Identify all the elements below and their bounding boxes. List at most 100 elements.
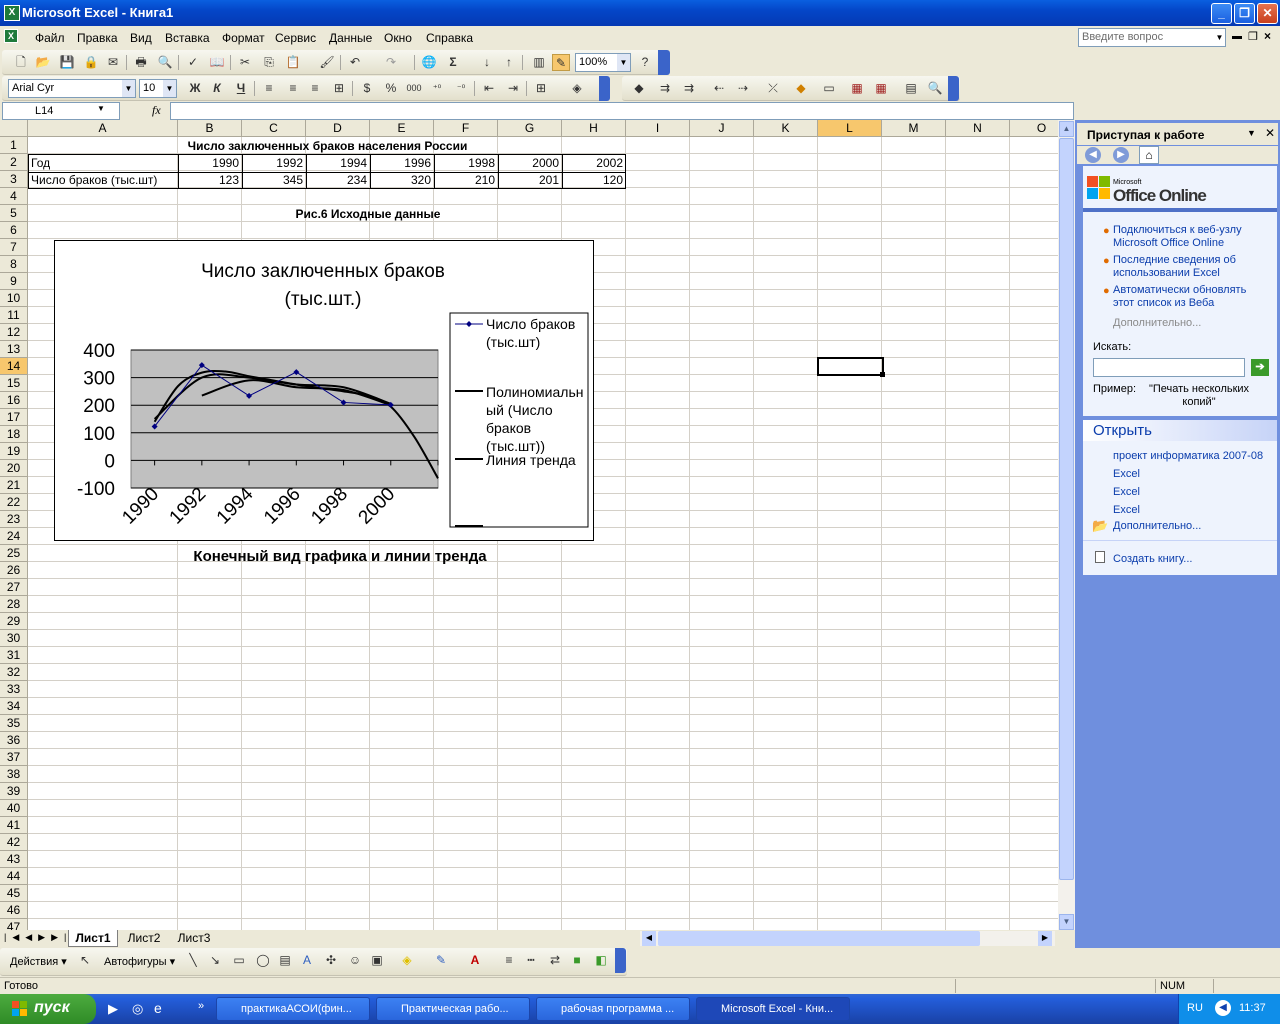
row-header-45[interactable]: 45 (0, 885, 28, 902)
row-header-34[interactable]: 34 (0, 698, 28, 715)
sheet-title[interactable]: Число заключенных браков населения Росси… (29, 138, 626, 154)
row-header-4[interactable]: 4 (0, 188, 28, 205)
selected-cell[interactable] (817, 357, 884, 376)
doc-close-button[interactable]: × (1264, 29, 1271, 43)
shadow-icon[interactable]: ■ (568, 952, 586, 969)
remove-arrows-icon[interactable]: ⤫ (764, 80, 782, 97)
row-header-15[interactable]: 15 (0, 375, 28, 392)
menu-window[interactable]: Окно (384, 31, 412, 45)
value-cell[interactable]: 201 (498, 172, 559, 188)
circle-invalid-icon[interactable]: ▦ (848, 80, 866, 97)
back-icon[interactable]: ◀ (1085, 147, 1101, 163)
line-style-icon[interactable]: ≡ (500, 952, 518, 969)
column-header-d[interactable]: D (306, 120, 370, 137)
home-icon[interactable]: ⌂ (1139, 146, 1159, 164)
row-header-21[interactable]: 21 (0, 477, 28, 494)
menu-help[interactable]: Справка (426, 31, 473, 45)
arrow-style-icon[interactable]: ⇄ (546, 952, 564, 969)
row-header-29[interactable]: 29 (0, 613, 28, 630)
toolbar-options-icon[interactable] (658, 50, 670, 75)
italic-button[interactable]: К (208, 80, 226, 97)
row-header-36[interactable]: 36 (0, 732, 28, 749)
chart-area[interactable]: Число заключенных браков (тыс.шт.) 400 30… (54, 240, 594, 541)
undo-icon[interactable]: ↶ (346, 54, 364, 71)
tab-navigation-icons[interactable]: |◀◀▶▶| (4, 932, 72, 943)
row-header-7[interactable]: 7 (0, 239, 28, 256)
picture-icon[interactable]: ▣ (368, 952, 386, 969)
tray-expand-icon[interactable]: ◀ (1215, 1000, 1231, 1016)
link-more[interactable]: Дополнительно... (1113, 317, 1201, 329)
column-header-k[interactable]: K (754, 120, 818, 137)
row-header-24[interactable]: 24 (0, 528, 28, 545)
row-header-38[interactable]: 38 (0, 766, 28, 783)
search-input[interactable] (1093, 358, 1245, 377)
row-header-35[interactable]: 35 (0, 715, 28, 732)
row-header-5[interactable]: 5 (0, 205, 28, 222)
row-header-10[interactable]: 10 (0, 290, 28, 307)
percent-icon[interactable]: % (382, 80, 400, 97)
close-button[interactable]: ✕ (1257, 3, 1278, 24)
open-icon[interactable]: 📂 (34, 54, 52, 71)
clipart-icon[interactable]: ☺ (346, 952, 364, 969)
row-header-11[interactable]: 11 (0, 307, 28, 324)
year-cell[interactable]: 1996 (370, 155, 431, 171)
row-header-17[interactable]: 17 (0, 409, 28, 426)
task-button-active[interactable]: Microsoft Excel - Кни... (696, 997, 850, 1021)
value-cell[interactable]: 210 (434, 172, 495, 188)
recent-file[interactable]: Excel (1113, 468, 1140, 481)
align-left-icon[interactable]: ≡ (260, 80, 278, 97)
sort-ascending-icon[interactable]: ↓ (478, 54, 496, 71)
underline-button[interactable]: Ч (232, 80, 250, 97)
actions-menu[interactable]: Действия ▾ (10, 955, 67, 968)
open-more-link[interactable]: Дополнительно... (1113, 520, 1201, 533)
tab-sheet1[interactable]: Лист1 (68, 930, 118, 947)
row-header-44[interactable]: 44 (0, 868, 28, 885)
forward-icon[interactable]: ▶ (1113, 147, 1129, 163)
new-icon[interactable]: 🗋 (12, 54, 30, 71)
marriages-label[interactable]: Число браков (тыс.шт) (31, 172, 157, 188)
watch-window-icon[interactable]: ▤ (902, 80, 920, 97)
caption-final-chart[interactable]: Конечный вид графика и линии тренда (140, 547, 540, 566)
menu-insert[interactable]: Вставка (165, 31, 210, 45)
row-header-30[interactable]: 30 (0, 630, 28, 647)
create-book-link[interactable]: Создать книгу... (1113, 553, 1192, 566)
row-header-8[interactable]: 8 (0, 256, 28, 273)
font-color-icon[interactable]: A (466, 952, 484, 969)
borders-icon[interactable]: ⊞ (532, 80, 550, 97)
column-header-e[interactable]: E (370, 120, 434, 137)
menu-file[interactable]: Файл (35, 31, 65, 45)
row-header-1[interactable]: 1 (0, 137, 28, 154)
row-header-3[interactable]: 3 (0, 171, 28, 188)
row-header-42[interactable]: 42 (0, 834, 28, 851)
clear-circles-icon[interactable]: ▦ (872, 80, 890, 97)
minimize-button[interactable]: _ (1211, 3, 1232, 24)
increase-decimal-icon[interactable]: ⁺⁰ (428, 80, 446, 97)
cut-icon[interactable]: ✂ (236, 54, 254, 71)
year-cell[interactable]: 1990 (178, 155, 239, 171)
line-icon[interactable]: ╲ (184, 952, 202, 969)
row-header-22[interactable]: 22 (0, 494, 28, 511)
link-office-online[interactable]: Подключиться к веб-узлу Microsoft Office… (1113, 224, 1253, 250)
row-header-9[interactable]: 9 (0, 273, 28, 290)
tab-sheet3[interactable]: Лист3 (170, 930, 218, 947)
permission-icon[interactable]: 🔒 (82, 54, 100, 71)
row-header-31[interactable]: 31 (0, 647, 28, 664)
research-icon[interactable]: 📖 (208, 54, 226, 71)
drawing-icon[interactable]: ✎ (552, 54, 570, 71)
fill-color-icon[interactable]: ◈ (568, 80, 586, 97)
select-pointer-icon[interactable]: ↖ (76, 952, 94, 969)
font-select[interactable]: Arial Cyr ▼ (8, 79, 136, 98)
row-header-20[interactable]: 20 (0, 460, 28, 477)
quicklaunch-icon[interactable]: ◎ (132, 1001, 143, 1017)
task-button[interactable]: практикаАСОИ(фин... (216, 997, 370, 1021)
row-header-14[interactable]: 14 (0, 358, 28, 375)
textbox-icon[interactable]: ▤ (276, 952, 294, 969)
font-size-select[interactable]: 10 ▼ (139, 79, 177, 98)
currency-icon[interactable]: $ (358, 80, 376, 97)
doc-restore-button[interactable]: ❐ (1248, 30, 1258, 43)
restore-button[interactable]: ❐ (1234, 3, 1255, 24)
ask-question-input[interactable]: Введите вопрос (1078, 28, 1226, 47)
menu-tools[interactable]: Сервис (275, 31, 316, 45)
dash-style-icon[interactable]: ┅ (522, 952, 540, 969)
link-auto-update[interactable]: Автоматически обновлять этот список из В… (1113, 284, 1253, 310)
